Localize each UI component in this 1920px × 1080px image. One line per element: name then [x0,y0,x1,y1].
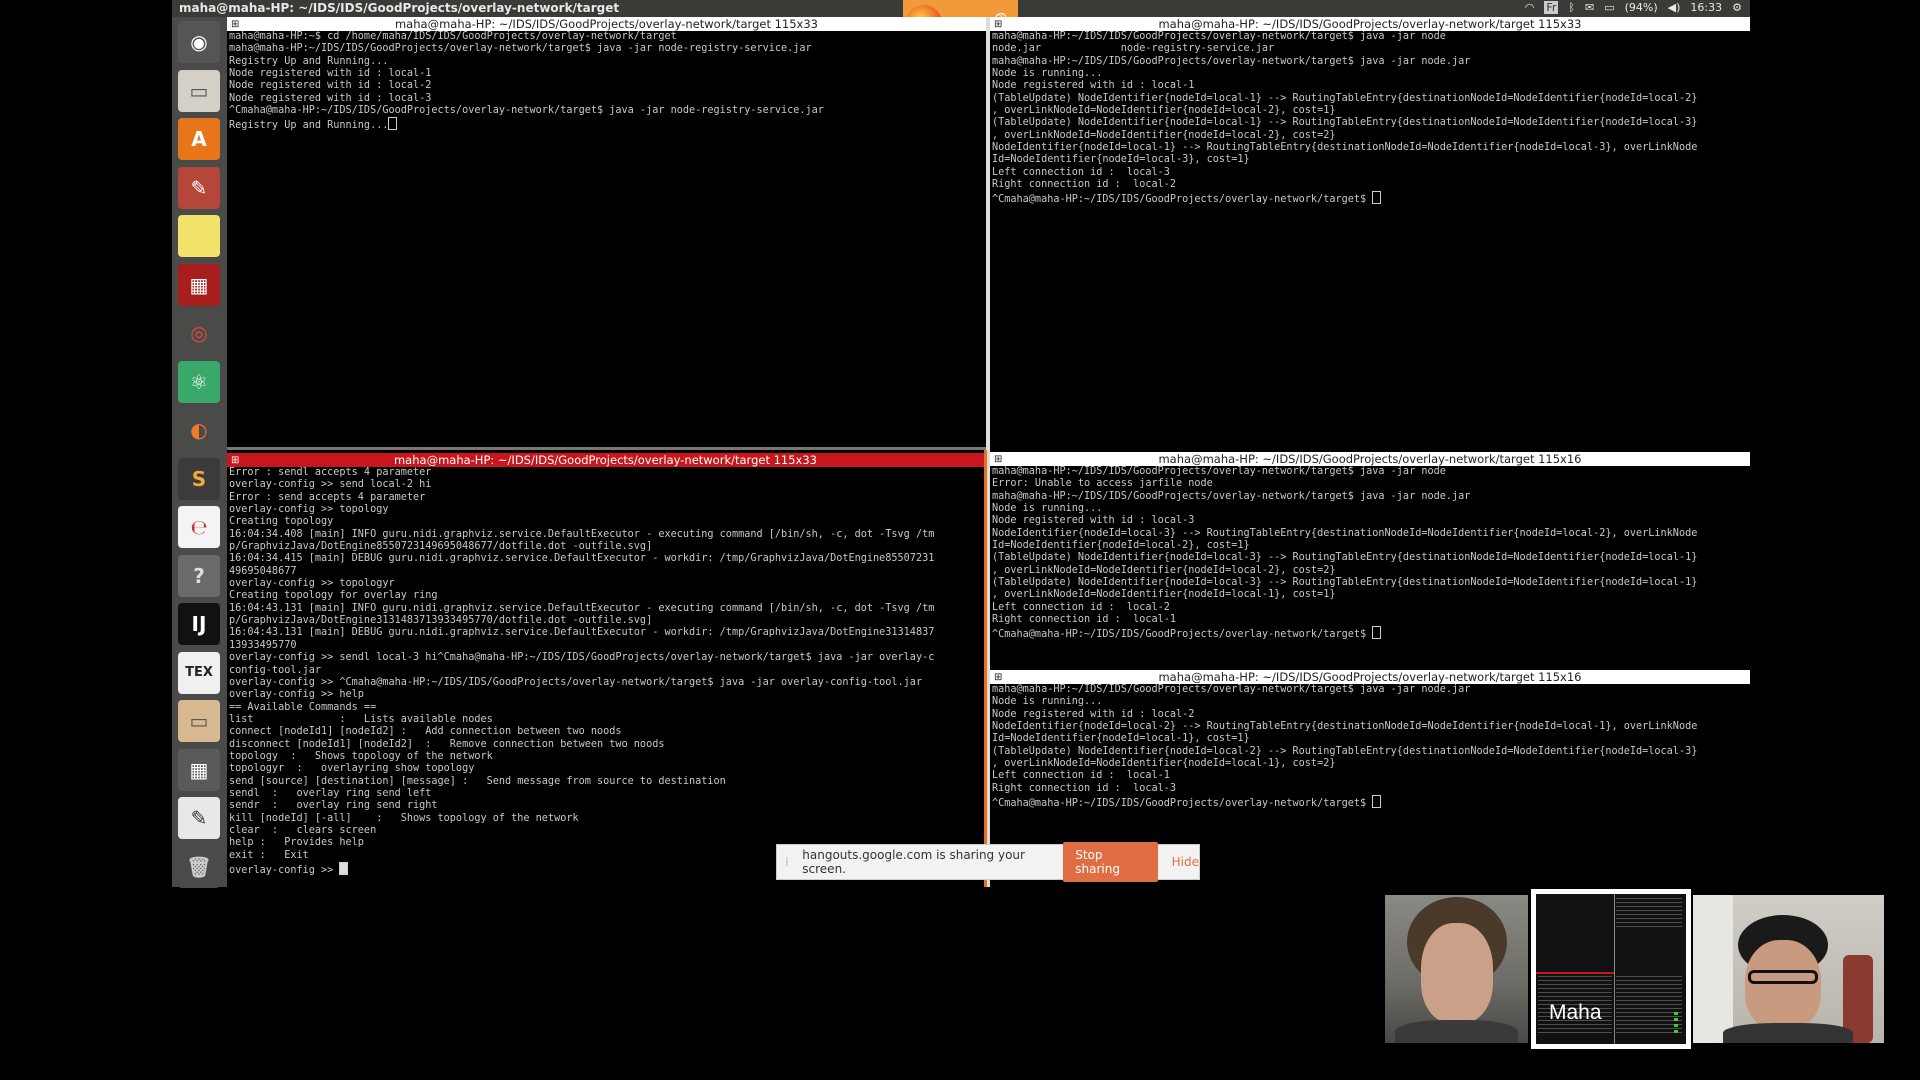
drag-handle-icon[interactable]: ⁞ [785,855,794,869]
hide-button[interactable]: Hide [1172,855,1199,869]
sticky-notes-icon[interactable] [178,215,220,257]
terminal-bottom-left[interactable]: ⊞ maha@maha-HP: ~/IDS/IDS/GoodProjects/o… [227,453,984,887]
terminal-top-right[interactable]: ⊞ maha@maha-HP: ~/IDS/IDS/GoodProjects/o… [990,17,1750,447]
preview-text-lines [1616,898,1682,928]
terminal-title: maha@maha-HP: ~/IDS/IDS/GoodProjects/ove… [394,17,818,31]
text-editor-icon[interactable]: ✎ [178,797,220,839]
terminal-titlebar[interactable]: ⊞ maha@maha-HP: ~/IDS/IDS/GoodProjects/o… [990,17,1750,31]
help-icon[interactable]: ? [178,554,220,597]
terminal-top-left[interactable]: ⊞ maha@maha-HP: ~/IDS/IDS/GoodProjects/o… [227,17,986,447]
terminal-titlebar[interactable]: ⊞ maha@maha-HP: ~/IDS/IDS/GoodProjects/o… [990,452,1750,466]
trash-icon[interactable]: 🗑 [178,845,220,888]
terminal-titlebar[interactable]: ⊞ maha@maha-HP: ~/IDS/IDS/GoodProjects/o… [227,17,986,31]
chrome-icon[interactable]: ◎ [178,312,220,354]
terminal-cursor [388,117,398,131]
preview-text-lines [1616,976,1682,1036]
self-preview-video[interactable]: Maha [1531,889,1691,1049]
terminal-cursor [1372,191,1382,205]
participant-video-left[interactable] [1385,895,1528,1043]
texmaker-icon[interactable]: TEX [178,651,220,694]
document-viewer-icon[interactable]: ℮ [178,506,220,548]
screen-recorder-icon[interactable]: ▦ [178,263,220,306]
intellij-icon[interactable]: IJ [178,603,220,645]
terminal-title: maha@maha-HP: ~/IDS/IDS/GoodProjects/ove… [1158,17,1582,31]
files-icon[interactable]: ▭ [178,69,220,112]
keyboard-layout-indicator[interactable]: Fr [1544,1,1559,14]
dash-home-icon[interactable]: ◉ [178,21,220,63]
terminal-menu-icon[interactable]: ⊞ [231,18,239,32]
terminal-title: maha@maha-HP: ~/IDS/IDS/GoodProjects/ove… [1158,670,1582,684]
calculator-icon[interactable]: ▦ [178,748,220,791]
horizontal-divider[interactable] [227,447,986,450]
participant-shirt [1723,1023,1853,1043]
participant-video-right[interactable] [1693,895,1884,1043]
software-center-icon[interactable]: A [178,118,220,160]
mail-icon[interactable]: ✉ [1585,1,1594,14]
archive-manager-icon[interactable]: ▭ [178,700,220,742]
screen-share-bar: ⁞ hangouts.google.com is sharing your sc… [776,842,1200,882]
preview-divider-h [1536,972,1614,974]
terminal-cursor [339,862,349,875]
participant-shirt [1395,1020,1518,1043]
terminal-title: maha@maha-HP: ~/IDS/IDS/GoodProjects/ove… [393,453,817,467]
focus-edge [984,450,987,887]
window-title: maha@maha-HP: ~/IDS/IDS/GoodProjects/ove… [179,1,620,15]
terminal-menu-icon[interactable]: ⊞ [994,453,1002,467]
terminal-titlebar[interactable]: ⊞ maha@maha-HP: ~/IDS/IDS/GoodProjects/o… [990,670,1750,684]
system-settings-icon[interactable]: ✎ [178,166,220,209]
audio-level-indicator [1674,1012,1678,1034]
participant-face [1421,923,1493,1023]
share-message: hangouts.google.com is sharing your scre… [802,848,1025,876]
system-tray: ◠ Fr ᛒ ✉ ▭ (94%) ◀) 16:33 ⚙ [1525,1,1742,14]
participant-name: Maha [1549,1001,1602,1024]
background-window [1693,895,1733,1043]
volume-icon[interactable]: ◀) [1668,1,1681,14]
terminal-menu-icon[interactable]: ⊞ [994,671,1002,685]
gear-icon[interactable]: ⚙ [1732,1,1742,14]
terminal-output[interactable]: maha@maha-HP:~$ cd /home/maha/IDS/IDS/Go… [227,31,986,133]
stop-sharing-button[interactable]: Stop sharing [1063,842,1158,882]
terminal-output[interactable]: Error : sendl accepts 4 parameter overla… [227,467,984,877]
terminal-menu-icon[interactable]: ⊞ [231,454,239,468]
launcher: ◉ ▭ A ✎ ▦ ◎ ⚛ ◐ S ℮? IJ TEX ▭ ▦ ✎ 🗑 [172,17,227,888]
terminal-output[interactable]: maha@maha-HP:~/IDS/IDS/GoodProjects/over… [990,466,1750,642]
sublime-text-icon[interactable]: S [178,457,220,500]
battery-percent: (94%) [1624,1,1658,14]
terminal-title: maha@maha-HP: ~/IDS/IDS/GoodProjects/ove… [1158,452,1582,466]
terminal-output[interactable]: maha@maha-HP:~/IDS/IDS/GoodProjects/over… [990,684,1750,810]
terminal-cursor [1372,626,1382,640]
participant-face [1745,940,1821,1030]
terminal-mid-right[interactable]: ⊞ maha@maha-HP: ~/IDS/IDS/GoodProjects/o… [990,452,1750,667]
preview-divider-v [1614,894,1615,1044]
firefox-icon[interactable]: ◐ [178,409,220,451]
atom-icon[interactable]: ⚛ [178,360,220,403]
clock[interactable]: 16:33 [1690,1,1722,14]
terminal-titlebar[interactable]: ⊞ maha@maha-HP: ~/IDS/IDS/GoodProjects/o… [227,453,984,467]
terminal-output[interactable]: maha@maha-HP:~/IDS/IDS/GoodProjects/over… [990,31,1750,207]
terminal-cursor [1372,795,1382,809]
wifi-icon[interactable]: ◠ [1525,1,1535,14]
battery-icon[interactable]: ▭ [1604,1,1614,14]
bluetooth-icon[interactable]: ᛒ [1568,1,1575,14]
terminal-menu-icon[interactable]: ⊞ [994,18,1002,32]
glasses [1748,970,1818,984]
